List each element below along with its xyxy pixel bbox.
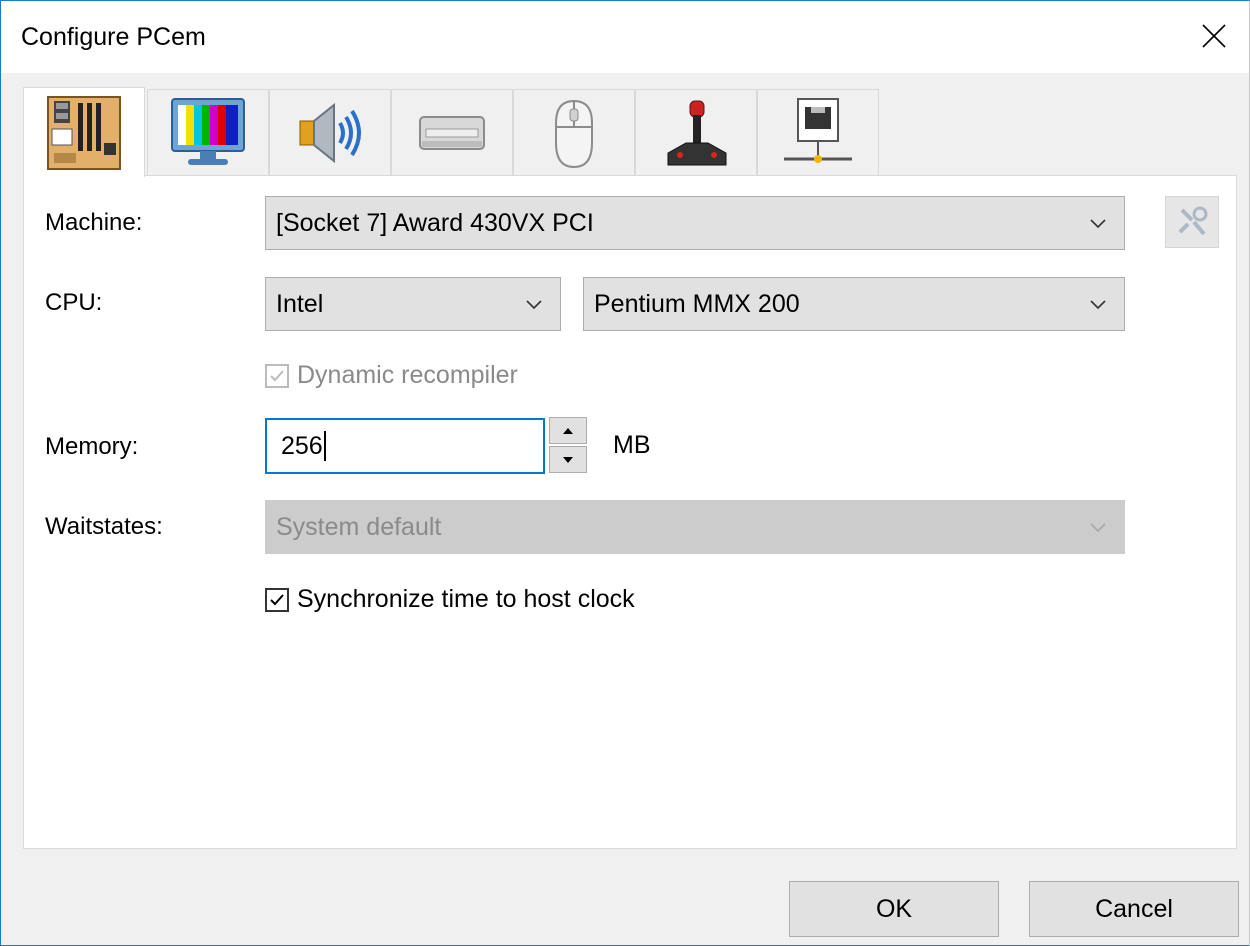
cpu-manufacturer-select[interactable]: Intel (265, 277, 561, 331)
mouse-icon (555, 99, 593, 168)
machine-select[interactable]: [Socket 7] Award 430VX PCI (265, 196, 1125, 250)
tab-input[interactable] (635, 89, 757, 175)
checkmark-icon (270, 593, 284, 605)
memory-input[interactable]: 256 (265, 418, 545, 474)
configure-machine-button[interactable] (1165, 196, 1219, 248)
close-icon (1202, 24, 1226, 48)
tab-drives[interactable] (391, 89, 513, 175)
text-caret (323, 431, 326, 461)
joystick-icon (667, 100, 727, 165)
memory-increment-button[interactable] (549, 417, 587, 444)
sync-host-clock-checkbox[interactable]: Synchronize time to host clock (265, 585, 635, 614)
waitstates-select-value: System default (276, 512, 442, 541)
network-icon (784, 97, 852, 163)
chevron-down-icon (1090, 219, 1106, 229)
checkbox-box (265, 363, 289, 388)
arrow-up-icon (563, 427, 573, 434)
memory-label: Memory: (45, 433, 139, 460)
sync-host-clock-label: Synchronize time to host clock (297, 585, 635, 613)
memory-spinner (549, 417, 587, 473)
window-title: Configure PCem (21, 23, 206, 51)
title-bar: Configure PCem (1, 1, 1249, 73)
tools-icon (1178, 206, 1208, 236)
dynamic-recompiler-label: Dynamic recompiler (297, 361, 518, 389)
dynamic-recompiler-checkbox[interactable]: Dynamic recompiler (265, 361, 518, 390)
close-button[interactable] (1179, 1, 1249, 71)
chevron-down-icon (526, 300, 542, 310)
tab-mouse[interactable] (513, 89, 635, 175)
cancel-button[interactable]: Cancel (1029, 881, 1239, 937)
cpu-model-select[interactable]: Pentium MMX 200 (583, 277, 1125, 331)
waitstates-label: Waitstates: (45, 513, 163, 540)
machine-label: Machine: (45, 209, 143, 236)
cpu-model-value: Pentium MMX 200 (594, 289, 800, 318)
chevron-down-icon (1090, 300, 1106, 310)
cpu-manufacturer-value: Intel (276, 289, 324, 318)
tab-display[interactable] (147, 89, 269, 175)
display-monitor-icon (171, 97, 245, 165)
memory-decrement-button[interactable] (549, 446, 587, 473)
tab-network[interactable] (757, 89, 879, 175)
tab-strip (23, 87, 883, 177)
memory-unit-label: MB (613, 431, 651, 459)
motherboard-icon (47, 95, 121, 170)
checkbox-box (265, 587, 289, 612)
waitstates-select[interactable]: System default (265, 500, 1125, 554)
speaker-sound-icon (299, 102, 361, 163)
tab-machine[interactable] (23, 87, 145, 177)
arrow-down-icon (563, 456, 573, 463)
tab-sound[interactable] (269, 89, 391, 175)
chevron-down-icon (1090, 523, 1106, 533)
machine-select-value: [Socket 7] Award 430VX PCI (276, 208, 594, 237)
cpu-label: CPU: (45, 289, 103, 316)
checkmark-icon (270, 369, 284, 381)
ok-button[interactable]: OK (789, 881, 999, 937)
memory-input-value: 256 (281, 431, 323, 460)
configure-dialog: Configure PCem Machine: [Socket 7] Award… (0, 0, 1250, 946)
drive-icon (419, 115, 485, 150)
